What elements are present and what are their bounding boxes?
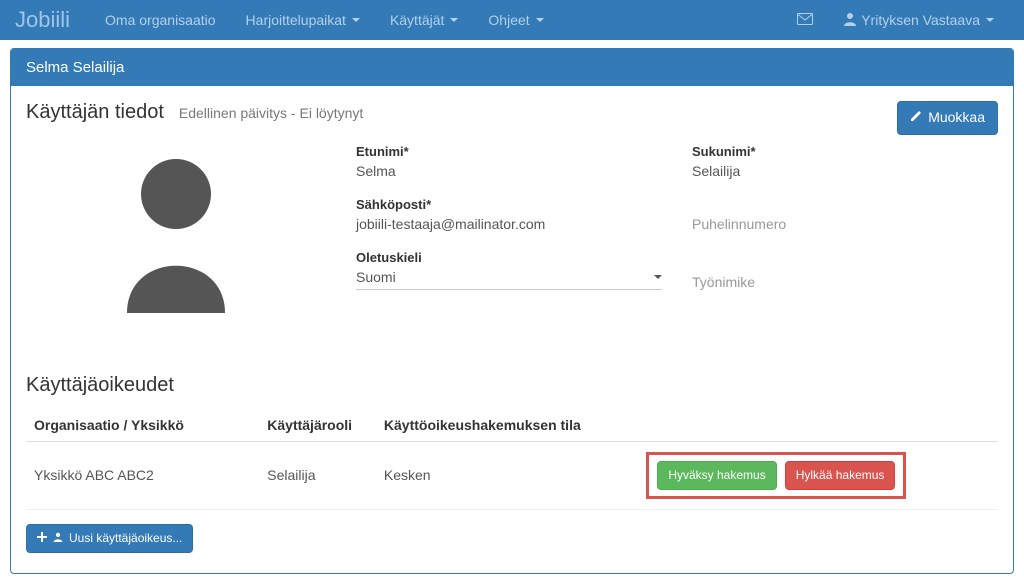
nav-left: Oma organisaatio Harjoittelupaikat Käytt… (90, 2, 559, 38)
plus-icon (37, 530, 47, 547)
chevron-down-icon (536, 18, 544, 22)
form-value: Selma (356, 163, 662, 179)
nav-item-own-org[interactable]: Oma organisaatio (90, 2, 231, 38)
form-label: Sukunimi* (692, 144, 998, 159)
edit-icon (910, 108, 922, 128)
cell-role: Selailija (259, 442, 376, 510)
chevron-down-icon (654, 275, 662, 279)
firstname-field: Etunimi* Selma (356, 144, 662, 179)
jobtitle-field: Työnimike (692, 250, 998, 290)
cell-status: Kesken (376, 442, 638, 510)
nav-item-help[interactable]: Ohjeet (473, 2, 558, 38)
user-panel: Selma Selailija Muokkaa Käyttäjän tiedot… (10, 48, 1014, 574)
nav-item-traineeships[interactable]: Harjoittelupaikat (231, 2, 375, 38)
nav-item-users[interactable]: Käyttäjät (375, 2, 473, 38)
permissions-table: Organisaatio / Yksikkö Käyttäjärooli Käy… (26, 409, 998, 510)
add-permission-button[interactable]: Uusi käyttäjäoikeus... (26, 524, 193, 553)
reject-button[interactable]: Hylkää hakemus (785, 461, 896, 490)
brand[interactable]: Jobiili (15, 7, 70, 33)
nav-item-label: Käyttäjät (390, 12, 444, 28)
page-subtitle: Edellinen päivitys - Ei löytynyt (179, 105, 363, 121)
form-value: jobiili-testaaja@mailinator.com (356, 216, 662, 232)
approve-button[interactable]: Hyväksy hakemus (657, 461, 776, 490)
table-row: Yksikkö ABC ABC2 Selailija Kesken Hyväks… (26, 442, 998, 510)
user-icon (843, 12, 857, 29)
cell-org: Yksikkö ABC ABC2 (26, 442, 259, 510)
col-role: Käyttäjärooli (259, 409, 376, 442)
avatar (106, 144, 246, 314)
col-status: Käyttöoikeushakemuksen tila (376, 409, 638, 442)
language-field[interactable]: Oletuskieli Suomi (356, 250, 662, 290)
chevron-down-icon (450, 18, 458, 22)
nav-right: Yrityksen Vastaava (782, 2, 1009, 39)
lastname-field: Sukunimi* Selailija (692, 144, 998, 179)
form-value: Selailija (692, 163, 998, 179)
user-menu-label: Yrityksen Vastaava (861, 12, 980, 28)
nav-item-label: Harjoittelupaikat (246, 12, 346, 28)
chevron-down-icon (352, 18, 360, 22)
nav-item-label: Oma organisaatio (105, 12, 216, 28)
mail-button[interactable] (782, 2, 828, 38)
form-label: Oletuskieli (356, 250, 662, 265)
page-title: Käyttäjän tiedot (26, 101, 164, 124)
panel-heading: Selma Selailija (11, 49, 1013, 86)
form-label: Sähköposti* (356, 197, 662, 212)
row-actions: Hyväksy hakemus Hylkää hakemus (646, 452, 906, 499)
form-value: Suomi (356, 269, 396, 285)
col-actions (638, 409, 998, 442)
add-permission-label: Uusi käyttäjäoikeus... (69, 530, 182, 547)
permissions-title: Käyttäjäoikeudet (26, 374, 998, 397)
navbar: Jobiili Oma organisaatio Harjoittelupaik… (0, 0, 1024, 40)
phone-field: Puhelinnumero (692, 197, 998, 232)
email-field: Sähköposti* jobiili-testaaja@mailinator.… (356, 197, 662, 232)
form-placeholder: Puhelinnumero (692, 216, 998, 232)
user-menu[interactable]: Yrityksen Vastaava (828, 2, 1009, 39)
col-org: Organisaatio / Yksikkö (26, 409, 259, 442)
user-icon (53, 530, 63, 547)
edit-button[interactable]: Muokkaa (897, 101, 998, 135)
nav-item-label: Ohjeet (488, 12, 529, 28)
form-label: Etunimi* (356, 144, 662, 159)
chevron-down-icon (986, 18, 994, 22)
edit-button-label: Muokkaa (928, 108, 985, 128)
form-placeholder: Työnimike (692, 274, 998, 290)
mail-icon (797, 12, 813, 28)
